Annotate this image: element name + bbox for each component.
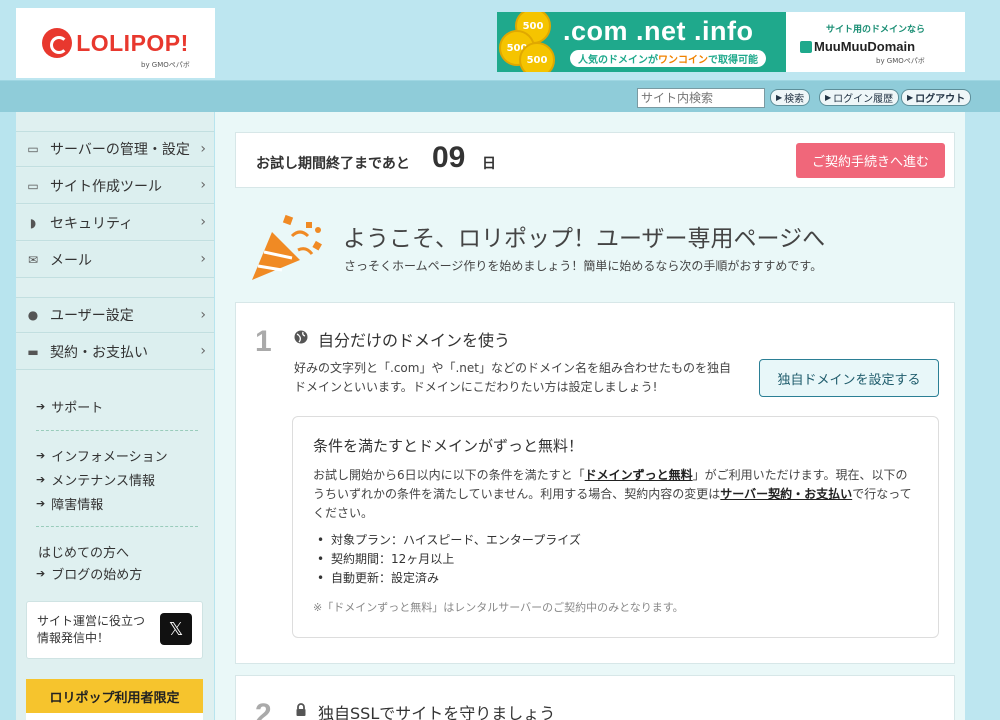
step-card-domain: 1 自分だけのドメインを使う 好みの文字列と「.com」や「.net」などのドメ… bbox=[235, 302, 955, 664]
trial-days: 09 bbox=[432, 141, 466, 174]
toolbar: ▶検索 ▶ログイン履歴 ▶ログアウト bbox=[0, 80, 1000, 112]
main-content: お試し期間終了まであと 09 日 ご契約手続きへ進む ようこそ、ロリポップ！ユー… bbox=[215, 112, 965, 720]
logo-sub: by GMOペパボ bbox=[141, 61, 190, 69]
right-margin bbox=[965, 112, 1000, 720]
trial-banner: お試し期間終了まであと 09 日 ご契約手続きへ進む bbox=[235, 132, 955, 188]
free-domain-title: 条件を満たすとドメインがずっと無料！ bbox=[313, 437, 584, 455]
arrow-right-icon: ➔ bbox=[36, 567, 46, 580]
login-history-button[interactable]: ▶ ログイン履歴 bbox=[819, 89, 900, 106]
banner-domains: .com .net .info bbox=[563, 16, 754, 46]
triangle-right-icon: ▶ bbox=[907, 93, 914, 102]
shield-icon: ◗ bbox=[29, 215, 37, 230]
search-input[interactable] bbox=[637, 88, 765, 108]
x-logo-icon: 𝕏 bbox=[160, 613, 192, 645]
users-only-panel bbox=[26, 713, 203, 720]
billing-link[interactable]: サーバー契約・お支払い bbox=[720, 487, 852, 501]
arrow-right-icon: ➔ bbox=[36, 473, 46, 486]
free-domain-note: ※「ドメインずっと無料」はレンタルサーバーのご契約中のみとなります。 bbox=[313, 601, 684, 614]
sidebar-item-server[interactable]: ▭ サーバーの管理・設定 › bbox=[16, 131, 214, 167]
support-link[interactable]: ➔ サポート bbox=[36, 397, 103, 416]
information-link[interactable]: ➔ インフォメーション bbox=[36, 446, 168, 465]
sidebar-item-security[interactable]: ◗ セキュリティ › bbox=[16, 205, 214, 241]
sidebar-item-mail[interactable]: ✉ メール › bbox=[16, 242, 214, 278]
logout-button[interactable]: ▶ ログアウト bbox=[901, 89, 972, 106]
sidebar-item-site-tools[interactable]: ▭ サイト作成ツール › bbox=[16, 168, 214, 204]
chevron-right-icon: › bbox=[200, 343, 206, 359]
party-popper-icon bbox=[252, 214, 322, 280]
beginners-link[interactable]: はじめての方へ bbox=[38, 542, 129, 561]
conditions-list: 対象プラン：ハイスピード、エンタープライズ 契約期間：12ヶ月以上 自動更新：設… bbox=[317, 531, 581, 588]
contract-button[interactable]: ご契約手続きへ進む bbox=[796, 143, 945, 178]
credit-card-icon: ▬ bbox=[27, 344, 39, 359]
sidebar-item-billing[interactable]: ▬ 契約・お支払い › bbox=[16, 334, 214, 370]
chevron-right-icon: › bbox=[200, 177, 206, 193]
maintenance-link[interactable]: ➔ メンテナンス情報 bbox=[36, 470, 155, 489]
trial-label: お試し期間終了まであと bbox=[256, 156, 410, 172]
step-card-ssl: 2 独自SSLでサイトを守りましょう bbox=[235, 675, 955, 720]
step-description: 好みの文字列と「.com」や「.net」などのドメイン名を組み合わせたものを独自… bbox=[294, 361, 731, 394]
logo[interactable]: LOLIPOP! by GMOペパボ bbox=[16, 8, 215, 78]
free-domain-description: お試し開始から6日以内に以下の条件を満たすと「ドメインずっと無料」がご利用いただ… bbox=[313, 468, 912, 520]
free-domain-box: 条件を満たすとドメインがずっと無料！ お試し開始から6日以内に以下の条件を満たす… bbox=[292, 416, 939, 638]
header: LOLIPOP! by GMOペパボ 500 500 500 .com .net… bbox=[0, 0, 1000, 80]
domain-banner[interactable]: 500 500 500 .com .net .info 人気のドメインがワンコイ… bbox=[497, 12, 786, 72]
divider bbox=[36, 430, 198, 431]
x-promo-box[interactable]: サイト運営に役立つ情報発信中！ 𝕏 bbox=[26, 601, 203, 659]
server-icon: ▭ bbox=[27, 142, 39, 156]
list-item: 対象プラン：ハイスピード、エンタープライズ bbox=[317, 531, 581, 550]
banner-tagline: 人気のドメインがワンコインで取得可能 bbox=[570, 50, 766, 67]
coin-icon: 500 bbox=[519, 42, 555, 72]
muumuu-by: by GMOペパボ bbox=[876, 57, 925, 65]
trial-unit: 日 bbox=[482, 156, 496, 172]
laptop-icon: ▭ bbox=[27, 178, 39, 193]
triangle-right-icon: ▶ bbox=[825, 93, 832, 102]
list-item: 契約期間：12ヶ月以上 bbox=[317, 550, 581, 569]
user-icon: ● bbox=[27, 308, 39, 322]
globe-icon bbox=[294, 330, 308, 344]
welcome-subtitle: さっそくホームページ作りを始めましょう！簡単に始めるなら次の手順がおすすめです。 bbox=[344, 259, 823, 273]
muumuu-banner[interactable]: サイト用のドメインなら MuuMuuDomain by GMOペパボ bbox=[786, 12, 965, 72]
lolipop-logo-icon bbox=[42, 28, 73, 58]
triangle-right-icon: ▶ bbox=[776, 93, 783, 102]
search-button[interactable]: ▶ 検索 bbox=[770, 89, 811, 106]
logo-text: LOLIPOP! bbox=[76, 29, 189, 56]
welcome-title: ようこそ、ロリポップ！ユーザー専用ページへ bbox=[343, 226, 826, 252]
muumuu-tagline: サイト用のドメインなら bbox=[825, 25, 925, 35]
step-number: 2 bbox=[255, 698, 272, 720]
arrow-right-icon: ➔ bbox=[36, 400, 46, 413]
arrow-right-icon: ➔ bbox=[36, 449, 46, 462]
sidebar-item-user-settings[interactable]: ● ユーザー設定 › bbox=[16, 297, 214, 333]
divider bbox=[36, 526, 198, 527]
step-title: 自分だけのドメインを使う bbox=[318, 331, 511, 350]
muumuu-logo-icon bbox=[800, 41, 812, 53]
outage-link[interactable]: ➔ 障害情報 bbox=[36, 494, 103, 513]
muumuu-name: MuuMuuDomain bbox=[814, 39, 916, 54]
mail-icon: ✉ bbox=[27, 252, 39, 267]
step-number: 1 bbox=[255, 325, 272, 358]
lock-icon bbox=[296, 703, 306, 716]
promo-banner[interactable]: 500 500 500 .com .net .info 人気のドメインがワンコイ… bbox=[497, 12, 965, 72]
chevron-right-icon: › bbox=[200, 214, 206, 230]
chevron-right-icon: › bbox=[200, 307, 206, 323]
list-item: 自動更新：設定済み bbox=[317, 569, 581, 588]
x-promo-text: サイト運営に役立つ情報発信中！ bbox=[37, 614, 146, 645]
set-domain-button[interactable]: 独自ドメインを設定する bbox=[759, 359, 939, 397]
free-domain-link[interactable]: ドメインずっと無料 bbox=[585, 468, 693, 482]
arrow-right-icon: ➔ bbox=[36, 497, 46, 510]
chevron-right-icon: › bbox=[200, 141, 206, 157]
blog-link[interactable]: ➔ ブログの始め方 bbox=[36, 564, 142, 583]
step-title: 独自SSLでサイトを守りましょう bbox=[318, 704, 556, 720]
sidebar: ▭ サーバーの管理・設定 › ▭ サイト作成ツール › ◗ セキュリティ › ✉ メール › ●… bbox=[16, 112, 214, 720]
chevron-right-icon: › bbox=[200, 251, 206, 267]
users-only-label: ロリポップ利用者限定 bbox=[26, 679, 203, 713]
